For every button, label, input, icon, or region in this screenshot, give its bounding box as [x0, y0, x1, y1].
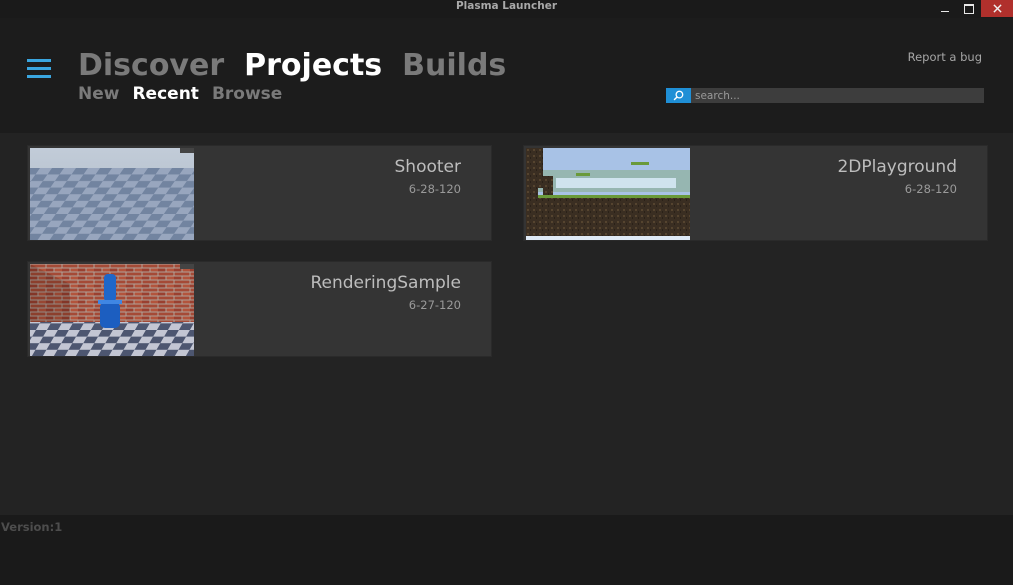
search-icon[interactable] — [666, 88, 691, 103]
version-label: Version:1 — [1, 520, 63, 534]
search-input[interactable] — [691, 88, 984, 103]
search-bar — [666, 88, 984, 103]
project-card-2dplayground[interactable]: 2DPlayground 6-28-120 — [523, 145, 988, 241]
hamburger-icon[interactable] — [27, 59, 51, 79]
subtab-browse[interactable]: Browse — [212, 82, 282, 106]
project-name: RenderingSample — [310, 273, 461, 293]
project-name: 2DPlayground — [837, 157, 957, 177]
header: Discover Projects Builds New Recent Browse R… — [0, 18, 1013, 133]
project-thumbnail — [30, 264, 194, 356]
project-date: 6-27-120 — [408, 298, 461, 312]
subtab-recent[interactable]: Recent — [132, 82, 198, 106]
close-icon — [992, 4, 1002, 13]
sub-nav: New Recent Browse — [78, 82, 295, 106]
subtab-new[interactable]: New — [78, 82, 119, 106]
main-nav: Discover Projects Builds — [78, 46, 526, 86]
project-thumbnail — [30, 148, 194, 240]
project-date: 6-28-120 — [408, 182, 461, 196]
maximize-button[interactable] — [957, 0, 981, 17]
minimize-button[interactable] — [933, 0, 957, 17]
plasma-launcher-window: Plasma Launcher Discover Projects Builds N… — [0, 0, 1013, 585]
projects-grid: Shooter 6-28-120 2DPlayground 6-28-120 R… — [0, 133, 1013, 515]
tab-projects[interactable]: Projects — [244, 46, 382, 86]
window-title: Plasma Launcher — [455, 0, 558, 12]
project-thumbnail — [526, 148, 690, 240]
project-card-shooter[interactable]: Shooter 6-28-120 — [27, 145, 492, 241]
close-button[interactable] — [981, 0, 1013, 17]
report-bug-link[interactable]: Report a bug — [908, 50, 982, 64]
tab-builds[interactable]: Builds — [402, 46, 506, 86]
title-bar: Plasma Launcher — [0, 0, 1013, 18]
project-card-renderingsample[interactable]: RenderingSample 6-27-120 — [27, 261, 492, 357]
tab-discover[interactable]: Discover — [78, 46, 224, 86]
project-name: Shooter — [394, 157, 461, 177]
project-date: 6-28-120 — [904, 182, 957, 196]
footer: Version:1 — [0, 515, 1013, 585]
